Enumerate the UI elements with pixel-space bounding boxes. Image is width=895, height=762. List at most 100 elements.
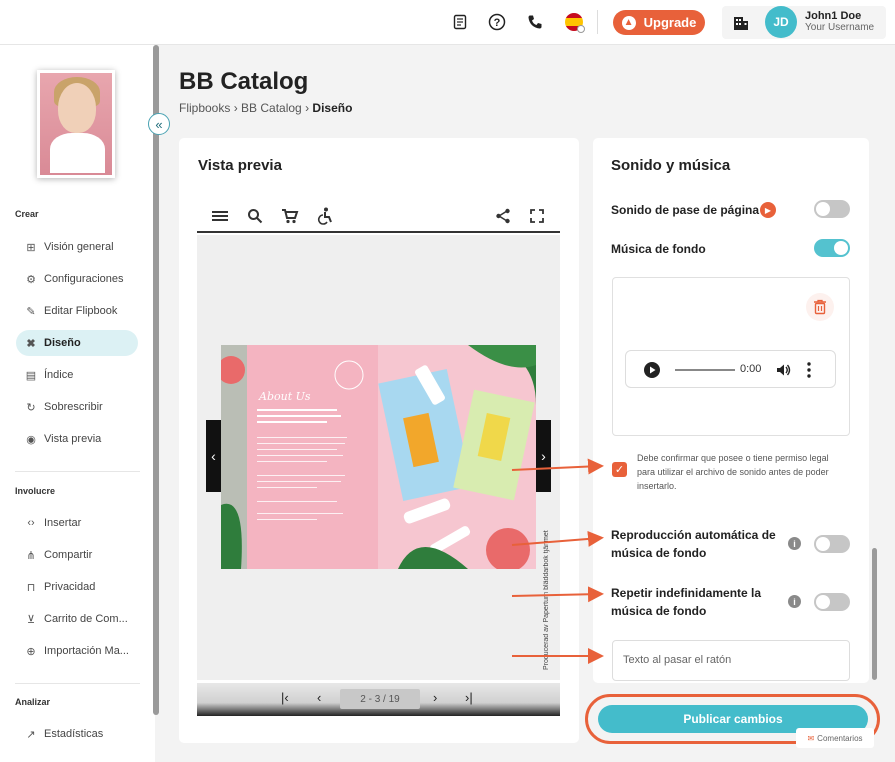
loop-info-icon[interactable]: i: [788, 595, 801, 608]
cart-icon[interactable]: [281, 207, 299, 225]
user-name: John1 Doe: [805, 10, 862, 22]
sidebar-item-estadisticas[interactable]: ↗ Estadísticas: [16, 721, 138, 747]
topbar-divider: [597, 10, 598, 34]
stats-icon: ↗: [26, 728, 36, 741]
user-subtitle: Your Username: [805, 22, 875, 33]
audio-player: 0:00: [625, 350, 836, 388]
first-page-icon[interactable]: |‹: [281, 690, 289, 705]
flipbook-left-page[interactable]: About Us: [221, 345, 378, 569]
loop-toggle[interactable]: [814, 593, 850, 611]
sound-title: Sonido y música: [611, 157, 731, 174]
sidebar-item-label: Carrito de Com...: [44, 613, 128, 625]
legal-confirm-checkbox[interactable]: ✓: [612, 462, 627, 477]
breadcrumb-current: Diseño: [312, 101, 353, 115]
sidebar-item-label: Diseño: [44, 337, 81, 349]
flipbook-right-page[interactable]: [378, 345, 536, 569]
sidebar-item-compartir[interactable]: ⋔ Compartir: [16, 542, 138, 568]
import-icon: ⊕: [26, 645, 36, 658]
flipbook-credit: Producerad av Paperturn bläddarbok tjänm…: [543, 530, 550, 670]
avatar-initials: JD: [773, 15, 789, 29]
language-chevron-icon[interactable]: [577, 25, 585, 33]
fullscreen-icon[interactable]: [528, 207, 546, 225]
legal-confirm-text: Debe confirmar que posee o tiene permiso…: [637, 453, 829, 491]
sidebar-item-diseno[interactable]: ✖ Diseño: [16, 330, 138, 356]
sidebar-item-label: Editar Flipbook: [44, 305, 118, 317]
next-page-icon[interactable]: ›: [433, 690, 437, 705]
volume-icon[interactable]: [775, 362, 791, 378]
section-title-involucre: Involucre: [15, 486, 56, 496]
upgrade-button[interactable]: ▲ Upgrade: [613, 10, 705, 35]
sidebar-item-label: Visión general: [44, 241, 114, 253]
breadcrumb-bb-catalog[interactable]: BB Catalog: [241, 101, 302, 115]
comments-button[interactable]: ✉ Comentarios: [796, 728, 874, 748]
menu-icon[interactable]: [211, 207, 229, 225]
sidebar-item-vista-previa[interactable]: ◉ Vista previa: [16, 426, 138, 452]
flipbook-cover-thumbnail[interactable]: [37, 70, 115, 178]
background-music-label: Música de fondo: [611, 242, 706, 256]
autoplay-label: Reproducción automática de música de fon…: [611, 528, 776, 560]
audio-time: 0:00: [740, 363, 762, 375]
sidebar-item-insertar[interactable]: ‹› Insertar: [16, 510, 138, 536]
sidebar-item-indice[interactable]: ▤ Índice: [16, 362, 138, 388]
sidebar-divider: [15, 471, 140, 472]
svg-text:About Us: About Us: [258, 390, 311, 403]
sidebar-divider: [15, 683, 140, 684]
design-icon: ✖: [26, 337, 36, 350]
sidebar-item-label: Sobrescribir: [44, 401, 103, 413]
document-icon[interactable]: [449, 11, 471, 33]
grid-icon: ⊞: [26, 241, 36, 254]
sidebar-item-editar-flipbook[interactable]: ✎ Editar Flipbook: [16, 298, 138, 324]
search-icon[interactable]: [246, 207, 264, 225]
cart-icon: ⊻: [26, 613, 36, 626]
breadcrumb: Flipbooks › BB Catalog › Diseño: [179, 101, 353, 115]
audio-progress-bar[interactable]: [675, 369, 735, 371]
next-page-arrow[interactable]: ›: [536, 420, 551, 492]
panel-scrollbar[interactable]: [872, 548, 877, 680]
sidebar-item-label: Configuraciones: [44, 273, 124, 285]
autoplay-info-icon[interactable]: i: [788, 537, 801, 550]
breadcrumb-flipbooks[interactable]: Flipbooks: [179, 101, 230, 115]
hover-text-input[interactable]: Texto al pasar el ratón: [612, 640, 850, 681]
page-title: BB Catalog: [179, 68, 309, 95]
background-music-toggle[interactable]: [814, 239, 850, 257]
play-sample-icon[interactable]: ▶: [760, 202, 776, 218]
sidebar-item-configuraciones[interactable]: ⚙ Configuraciones: [16, 266, 138, 292]
trash-icon[interactable]: [806, 293, 834, 321]
share-icon: ⋔: [26, 549, 36, 562]
upgrade-label: Upgrade: [643, 15, 697, 30]
play-icon[interactable]: [643, 361, 661, 379]
comments-label: Comentarios: [817, 733, 863, 743]
avatar[interactable]: JD: [765, 6, 797, 38]
preview-title: Vista previa: [198, 157, 282, 174]
accessibility-icon[interactable]: [316, 207, 334, 225]
sidebar-item-importacion[interactable]: ⊕ Importación Ma...: [16, 638, 138, 664]
sidebar-item-sobrescribir[interactable]: ↻ Sobrescribir: [16, 394, 138, 420]
page-turn-sound-toggle[interactable]: [814, 200, 850, 218]
more-options-icon[interactable]: [806, 361, 812, 379]
eye-icon: ◉: [26, 433, 36, 446]
gear-icon: ⚙: [26, 273, 36, 286]
building-icon[interactable]: [730, 12, 752, 34]
sidebar-item-carrito[interactable]: ⊻ Carrito de Com...: [16, 606, 138, 632]
sidebar-item-label: Índice: [44, 369, 74, 381]
phone-icon[interactable]: [524, 11, 546, 33]
refresh-icon: ↻: [26, 401, 36, 414]
svg-text:?: ?: [494, 17, 501, 29]
sidebar-item-label: Estadísticas: [44, 728, 104, 740]
section-title-crear: Crear: [15, 209, 39, 219]
help-icon[interactable]: ?: [486, 11, 508, 33]
share-icon[interactable]: [494, 207, 512, 225]
comment-icon: ✉: [807, 733, 815, 743]
sidebar-item-label: Privacidad: [44, 581, 96, 593]
index-icon: ▤: [25, 369, 37, 382]
sidebar-item-privacidad[interactable]: ⊓ Privacidad: [16, 574, 138, 600]
previous-page-icon[interactable]: ‹: [317, 690, 321, 705]
sidebar-scrollbar[interactable]: [153, 45, 159, 715]
collapse-sidebar-button[interactable]: «: [148, 113, 170, 135]
previous-page-arrow[interactable]: ‹: [206, 420, 221, 492]
page-indicator[interactable]: 2 - 3 / 19: [340, 689, 420, 709]
last-page-icon[interactable]: ›|: [465, 690, 473, 705]
sidebar-item-vision-general[interactable]: ⊞ Visión general: [16, 234, 138, 260]
pencil-icon: ✎: [26, 305, 36, 318]
autoplay-toggle[interactable]: [814, 535, 850, 553]
